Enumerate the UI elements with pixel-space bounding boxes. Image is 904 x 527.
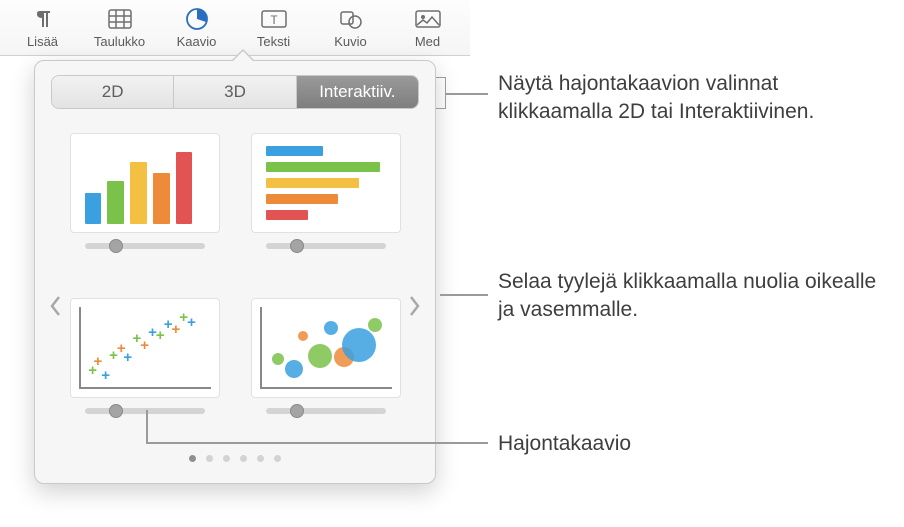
toolbar-label: Kuvio — [334, 34, 367, 49]
annotation-line — [146, 410, 148, 442]
toolbar-item-text[interactable]: T Teksti — [235, 6, 312, 53]
style-slider[interactable] — [85, 408, 205, 414]
page-dot — [206, 455, 213, 462]
toolbar: Lisää Taulukko Kaavio T Teksti Kuvio Med — [0, 0, 470, 56]
bar-chart-thumb — [251, 133, 401, 233]
toolbar-label: Med — [415, 34, 440, 49]
style-slider[interactable] — [85, 243, 205, 249]
annotation-line — [440, 294, 488, 296]
bubble-chart-thumb — [251, 298, 401, 398]
slider-thumb — [290, 239, 304, 253]
chart-thumbnail-grid: + + + + + + + + + + + + + + — [51, 133, 419, 443]
annotation-tabs-hint: Näytä hajontakaavion valinnat klikkaamal… — [498, 70, 858, 127]
tab-3d[interactable]: 3D — [174, 76, 296, 108]
toolbar-label: Teksti — [257, 34, 290, 49]
toolbar-item-media[interactable]: Med — [389, 6, 466, 53]
column-chart-thumb — [70, 133, 220, 233]
table-icon — [107, 6, 133, 32]
page-indicator[interactable] — [51, 455, 419, 462]
textbox-icon: T — [261, 6, 287, 32]
page-dot — [189, 455, 196, 462]
toolbar-item-table[interactable]: Taulukko — [81, 6, 158, 53]
scatter-chart-thumb: + + + + + + + + + + + + + + — [70, 298, 220, 398]
svg-text:T: T — [270, 13, 278, 27]
paragraph-icon — [30, 6, 56, 32]
annotation-scatter-label: Hajontakaavio — [498, 430, 631, 458]
shape-icon — [338, 6, 364, 32]
interactive-scatter-chart[interactable]: + + + + + + + + + + + + + + — [69, 298, 220, 443]
interactive-column-chart[interactable] — [69, 133, 220, 278]
media-icon — [415, 6, 441, 32]
tab-interactive[interactable]: Interaktiiv. — [297, 76, 418, 108]
slider-thumb — [109, 404, 123, 418]
toolbar-item-shape[interactable]: Kuvio — [312, 6, 389, 53]
chart-type-tabs: 2D 3D Interaktiiv. — [51, 75, 419, 109]
chart-popover: 2D 3D Interaktiiv. — [34, 60, 436, 484]
toolbar-label: Kaavio — [177, 34, 217, 49]
page-dot — [274, 455, 281, 462]
page-dot — [240, 455, 247, 462]
toolbar-item-insert[interactable]: Lisää — [4, 6, 81, 53]
interactive-bubble-chart[interactable] — [250, 298, 401, 443]
toolbar-label: Taulukko — [94, 34, 145, 49]
slider-thumb — [290, 404, 304, 418]
toolbar-label: Lisää — [27, 34, 58, 49]
page-dot — [223, 455, 230, 462]
interactive-bar-chart[interactable] — [250, 133, 401, 278]
toolbar-item-chart[interactable]: Kaavio — [158, 6, 235, 53]
style-slider[interactable] — [266, 408, 386, 414]
annotation-line — [446, 93, 488, 95]
slider-thumb — [109, 239, 123, 253]
annotation-bracket — [436, 77, 446, 109]
annotation-line — [146, 442, 488, 444]
tab-2d[interactable]: 2D — [52, 76, 174, 108]
chart-icon — [184, 6, 210, 32]
annotation-arrows-hint: Selaa tyylejä klikkaamalla nuolia oikeal… — [498, 268, 898, 325]
page-dot — [257, 455, 264, 462]
style-slider[interactable] — [266, 243, 386, 249]
